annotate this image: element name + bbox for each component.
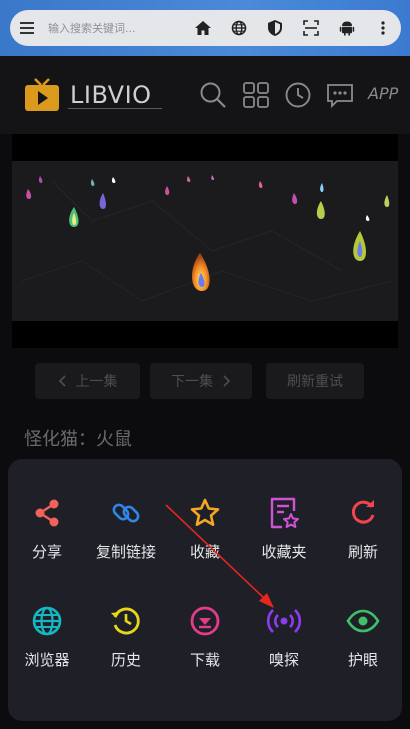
eye-care-label: 护眼 (347, 651, 378, 669)
next-episode-label: 下一集 (171, 374, 213, 390)
sniff-label: 嗅探 (268, 651, 299, 669)
video-title: 怪化猫：火鼠 (24, 429, 132, 450)
scan-icon[interactable] (293, 10, 329, 46)
video-artwork (21, 175, 393, 302)
favorites-folder-button[interactable]: 收藏夹 (245, 495, 323, 562)
prev-episode-label: 上一集 (75, 374, 118, 390)
refresh-icon (345, 495, 381, 531)
refresh-button[interactable]: 刷新 (324, 495, 402, 562)
favorites-folder-label: 收藏夹 (261, 543, 307, 561)
home-icon[interactable] (185, 10, 221, 46)
download-button[interactable]: 下载 (166, 603, 244, 670)
download-label: 下载 (189, 651, 220, 669)
history-icon (108, 603, 144, 639)
favorite-label: 收藏 (189, 543, 220, 561)
shield-icon[interactable] (257, 10, 293, 46)
tv-logo-icon (25, 78, 59, 111)
browser-label: 浏览器 (24, 651, 70, 669)
video-frame (12, 161, 398, 321)
prev-episode-button[interactable]: 上一集 (35, 363, 140, 399)
globe-icon (29, 603, 65, 639)
action-sheet: 分享 复制链接 收藏 收藏夹 刷新 浏览器 历史 下载 嗅探 护眼 (8, 459, 402, 721)
favorite-button[interactable]: 收藏 (166, 495, 244, 562)
next-episode-button[interactable]: 下一集 (150, 363, 252, 399)
share-icon (29, 495, 65, 531)
browser-button[interactable]: 浏览器 (8, 603, 86, 670)
screen: 输入搜索关键词... LIBVIO APP 上一集 下一集 刷新重试 怪化猫：火… (0, 0, 410, 729)
history-label: 历史 (110, 651, 141, 669)
download-icon (187, 603, 223, 639)
star-icon (187, 495, 223, 531)
browser-toolbar: 输入搜索关键词... (0, 0, 410, 56)
menu-icon[interactable] (10, 10, 44, 46)
copy-link-button[interactable]: 复制链接 (87, 495, 165, 562)
link-icon (108, 495, 144, 531)
refresh-retry-button[interactable]: 刷新重试 (266, 363, 364, 399)
address-bar[interactable]: 输入搜索关键词... (10, 10, 401, 46)
search-icon[interactable] (198, 80, 228, 110)
chevron-right-icon (223, 375, 231, 387)
android-icon[interactable] (329, 10, 365, 46)
video-player[interactable] (12, 134, 398, 348)
share-label: 分享 (31, 543, 62, 561)
logo-text: LIBVIO (70, 81, 152, 109)
history-button[interactable]: 历史 (87, 603, 165, 670)
app-link[interactable]: APP (368, 84, 398, 103)
refresh-label: 刷新 (347, 543, 378, 561)
favorites-folder-icon (266, 495, 302, 531)
grid-icon[interactable] (241, 80, 271, 110)
site-header: LIBVIO APP (0, 56, 410, 134)
clock-icon[interactable] (283, 80, 313, 110)
more-vertical-icon[interactable] (365, 10, 401, 46)
share-button[interactable]: 分享 (8, 495, 86, 562)
chevron-left-icon (58, 375, 66, 387)
logo-underline (68, 108, 162, 109)
message-icon[interactable] (325, 80, 355, 110)
sniff-button[interactable]: 嗅探 (245, 603, 323, 670)
eye-care-button[interactable]: 护眼 (324, 603, 402, 670)
globe-icon[interactable] (221, 10, 257, 46)
url-input[interactable]: 输入搜索关键词... (44, 20, 185, 36)
sniff-icon (266, 603, 302, 639)
site-logo[interactable]: LIBVIO (24, 78, 152, 112)
copy-link-label: 复制链接 (95, 543, 156, 561)
eye-icon (345, 603, 381, 639)
refresh-retry-label: 刷新重试 (287, 374, 343, 390)
